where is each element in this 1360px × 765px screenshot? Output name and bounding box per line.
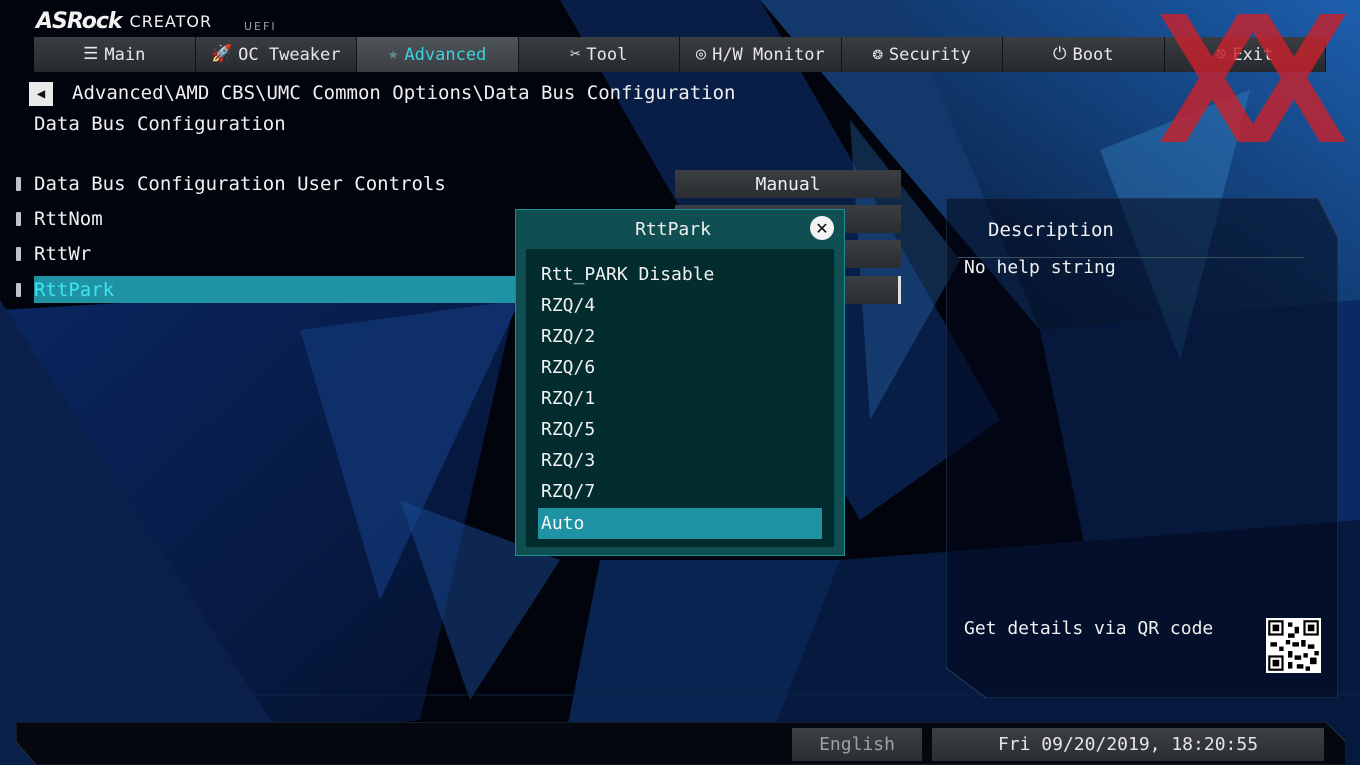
- tab-security[interactable]: ❂ Security: [841, 37, 1003, 72]
- tab-main[interactable]: ☰ Main: [34, 37, 196, 72]
- tab-security-label: Security: [888, 44, 971, 65]
- list-icon: ☰: [83, 44, 99, 64]
- brand-line: CREATOR: [129, 12, 213, 31]
- main-tab-bar: ☰ Main 🚀 OC Tweaker ★ Advanced ✂ Tool ◎ …: [34, 37, 1326, 72]
- back-button[interactable]: ◀: [29, 82, 53, 106]
- language-button[interactable]: English: [792, 728, 922, 761]
- page-title: Data Bus Configuration: [34, 113, 286, 135]
- rocket-icon: 🚀: [210, 44, 233, 64]
- star-icon: ★: [388, 44, 399, 64]
- tab-tool-label: Tool: [586, 44, 628, 65]
- tab-advanced[interactable]: ★ Advanced: [357, 37, 519, 72]
- breadcrumb: Advanced\AMD CBS\UMC Common Options\Data…: [72, 82, 736, 104]
- item-bullet: [16, 211, 21, 226]
- option-item[interactable]: RZQ/5: [538, 414, 822, 445]
- date-time-display: Fri 09/20/2019, 18:20:55: [932, 728, 1324, 761]
- value-user-controls[interactable]: Manual: [675, 170, 901, 198]
- setting-label: RttPark: [34, 278, 115, 301]
- shield-icon: ❂: [872, 44, 883, 64]
- item-bullet: [16, 246, 21, 261]
- tab-boot-label: Boot: [1072, 44, 1114, 65]
- qr-caption: Get details via QR code: [964, 618, 1214, 639]
- qr-code-icon[interactable]: [1266, 618, 1321, 673]
- tab-oc-tweaker[interactable]: 🚀 OC Tweaker: [195, 37, 357, 72]
- setting-label: RttWr: [34, 242, 92, 265]
- xx-watermark-logo: [1160, 14, 1346, 142]
- popup-title: RttPark: [635, 219, 711, 240]
- option-item[interactable]: RZQ/4: [538, 290, 822, 321]
- item-bullet: [16, 282, 21, 297]
- tools-icon: ✂: [570, 44, 581, 64]
- brand-name: ASRock: [36, 9, 123, 34]
- tab-oc-tweaker-label: OC Tweaker: [238, 44, 341, 65]
- close-icon[interactable]: ✕: [810, 216, 834, 240]
- item-bullet: [16, 176, 21, 191]
- setting-label: Data Bus Configuration User Controls: [34, 172, 446, 195]
- uefi-label: UEFI: [244, 20, 277, 33]
- tab-hw-monitor-label: H/W Monitor: [712, 44, 825, 65]
- setting-item-user-controls[interactable]: Data Bus Configuration User Controls: [16, 170, 516, 197]
- tab-hw-monitor[interactable]: ◎ H/W Monitor: [680, 37, 842, 72]
- option-list: Rtt_PARK Disable RZQ/4 RZQ/2 RZQ/6 RZQ/1…: [526, 249, 834, 547]
- option-item[interactable]: RZQ/2: [538, 321, 822, 352]
- setting-item-rttwr[interactable]: RttWr: [16, 240, 516, 267]
- description-title: Description: [988, 219, 1114, 241]
- tab-main-label: Main: [104, 44, 146, 65]
- tab-advanced-label: Advanced: [404, 44, 487, 65]
- setting-item-rttnom[interactable]: RttNom: [16, 205, 516, 232]
- setting-item-rttpark[interactable]: RttPark: [16, 276, 531, 303]
- monitor-icon: ◎: [695, 44, 707, 64]
- setting-label: RttNom: [34, 207, 103, 230]
- tab-boot[interactable]: ⏻ Boot: [1003, 37, 1165, 72]
- option-item[interactable]: RZQ/6: [538, 352, 822, 383]
- option-item-selected[interactable]: Auto: [538, 508, 822, 539]
- option-popup: RttPark ✕ Rtt_PARK Disable RZQ/4 RZQ/2 R…: [515, 209, 845, 556]
- power-icon: ⏻: [1053, 44, 1067, 64]
- option-item[interactable]: RZQ/1: [538, 383, 822, 414]
- asrock-logo: ASRock CREATOR: [36, 4, 212, 34]
- tab-tool[interactable]: ✂ Tool: [518, 37, 680, 72]
- option-item[interactable]: Rtt_PARK Disable: [538, 259, 822, 290]
- back-arrow-icon: ◀: [36, 86, 46, 102]
- option-item[interactable]: RZQ/3: [538, 445, 822, 476]
- description-text: No help string: [964, 257, 1116, 278]
- option-item[interactable]: RZQ/7: [538, 476, 822, 507]
